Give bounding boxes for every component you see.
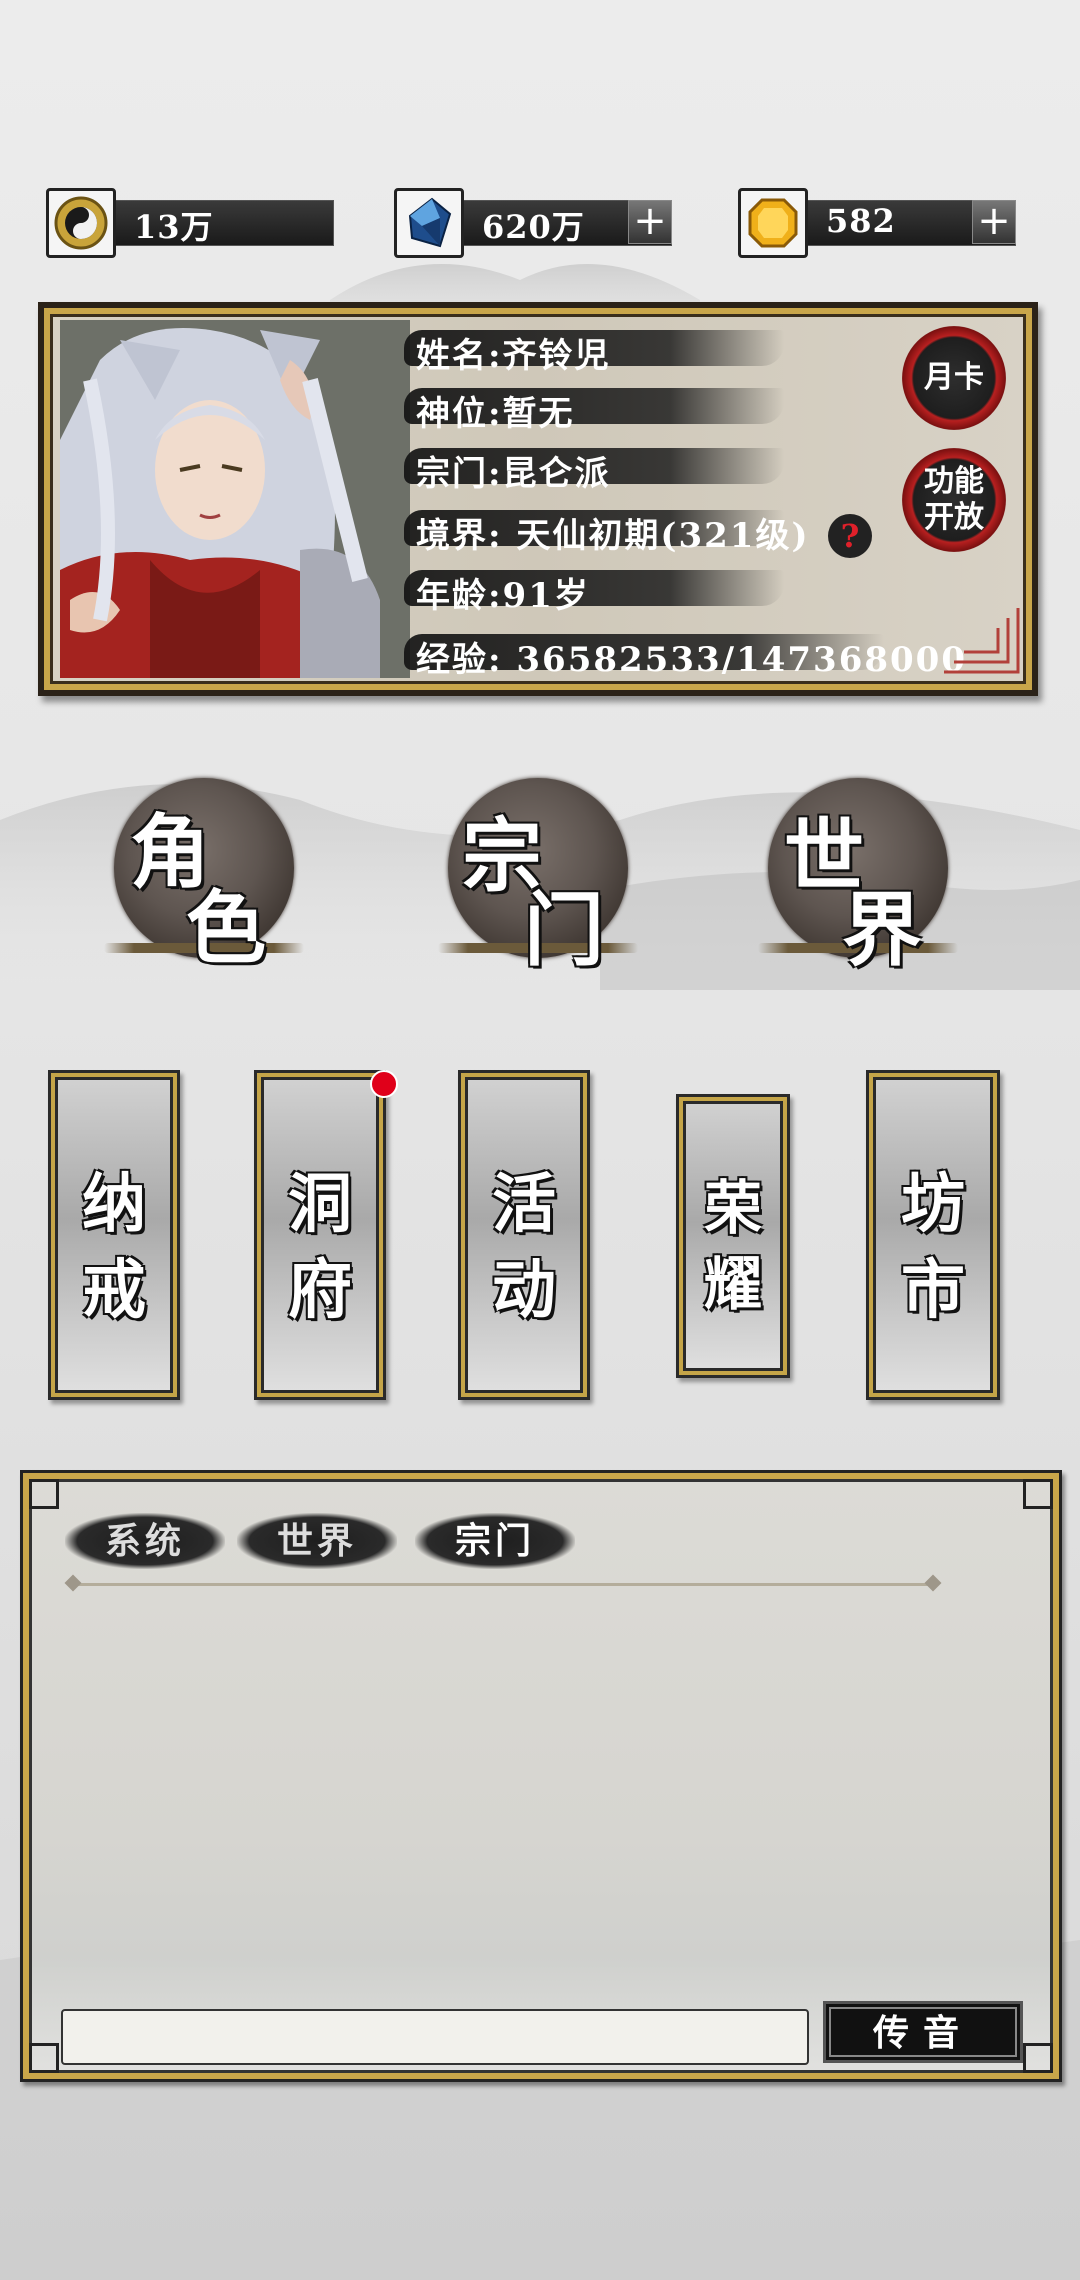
blue-crystal-icon [394, 188, 464, 258]
corner-ornament-icon [944, 608, 1020, 674]
storage-ring-char2: 戒 [82, 1253, 146, 1328]
resource-coin: 13万 [46, 188, 334, 258]
gem-value: 582 [826, 202, 896, 240]
character-sect: 宗门:昆仑派 [416, 454, 611, 494]
character-name: 姓名:齐铃児 [416, 336, 611, 376]
events-char1: 活 [492, 1167, 556, 1242]
market-char1: 坊 [901, 1167, 965, 1242]
monthly-card-button[interactable]: 月卡 [902, 326, 1006, 430]
send-message-button[interactable]: 传音 [823, 2001, 1023, 2063]
cave-abode-char2: 府 [288, 1253, 352, 1328]
monthly-card-label: 月卡 [924, 360, 984, 395]
world-button[interactable]: 世 界 [758, 778, 958, 978]
feature-open-button[interactable]: 功能开放 [902, 448, 1006, 552]
storage-ring-char1: 纳 [82, 1167, 146, 1242]
corner-ornament-icon [29, 1479, 59, 1509]
market-scroll[interactable]: 坊 市 [866, 1070, 1000, 1400]
yin-yang-coin-icon [46, 188, 116, 258]
corner-ornament-icon [29, 2043, 59, 2073]
cave-abode-scroll[interactable]: 洞 府 [254, 1070, 386, 1400]
character-button[interactable]: 角 色 [104, 778, 304, 978]
tab-world[interactable]: 世界 [237, 1513, 397, 1569]
events-scroll[interactable]: 活 动 [458, 1070, 590, 1400]
resource-gem: 582 + [738, 188, 1018, 258]
glory-char1: 荣 [703, 1174, 762, 1242]
coin-value: 13万 [134, 208, 214, 246]
storage-ring-scroll[interactable]: 纳 戒 [48, 1070, 180, 1400]
market-char2: 市 [901, 1253, 965, 1328]
realm-help-icon[interactable]: ? [828, 514, 872, 558]
chat-panel: 系统 世界 宗门 传音 [20, 1470, 1062, 2082]
tab-divider [73, 1583, 933, 1586]
corner-ornament-icon [1023, 1479, 1053, 1509]
glory-char2: 耀 [703, 1250, 762, 1318]
events-char2: 动 [492, 1253, 556, 1328]
tab-system[interactable]: 系统 [65, 1513, 225, 1569]
character-title: 神位:暂无 [416, 394, 575, 434]
character-realm: 境界: 天仙初期(321级) [416, 516, 810, 556]
character-portrait[interactable] [60, 320, 410, 678]
world-button-char2: 界 [842, 883, 922, 977]
sect-button[interactable]: 宗 门 [438, 778, 638, 978]
crystal-value: 620万 [482, 208, 585, 246]
gold-gem-icon [738, 188, 808, 258]
tab-sect[interactable]: 宗门 [415, 1513, 575, 1569]
add-gem-button[interactable]: + [972, 200, 1016, 244]
glory-scroll[interactable]: 荣 耀 [676, 1094, 790, 1378]
sect-button-char2: 门 [524, 883, 604, 977]
resource-bar [96, 200, 334, 246]
cave-abode-notification-badge [370, 1070, 398, 1098]
corner-ornament-icon [1023, 2043, 1053, 2073]
character-card[interactable]: 姓名:齐铃児 神位:暂无 宗门:昆仑派 境界: 天仙初期(321级) ? 年龄:… [38, 302, 1038, 696]
cave-abode-char1: 洞 [288, 1167, 352, 1242]
chat-input[interactable] [61, 2009, 809, 2065]
character-age: 年龄:91岁 [416, 576, 590, 616]
add-crystal-button[interactable]: + [628, 200, 672, 244]
character-exp: 经验: 36582533/147368000 [416, 640, 967, 680]
resource-crystal: 620万 + [394, 188, 674, 258]
feature-open-label: 功能开放 [924, 464, 984, 535]
character-button-char2: 色 [186, 881, 266, 975]
